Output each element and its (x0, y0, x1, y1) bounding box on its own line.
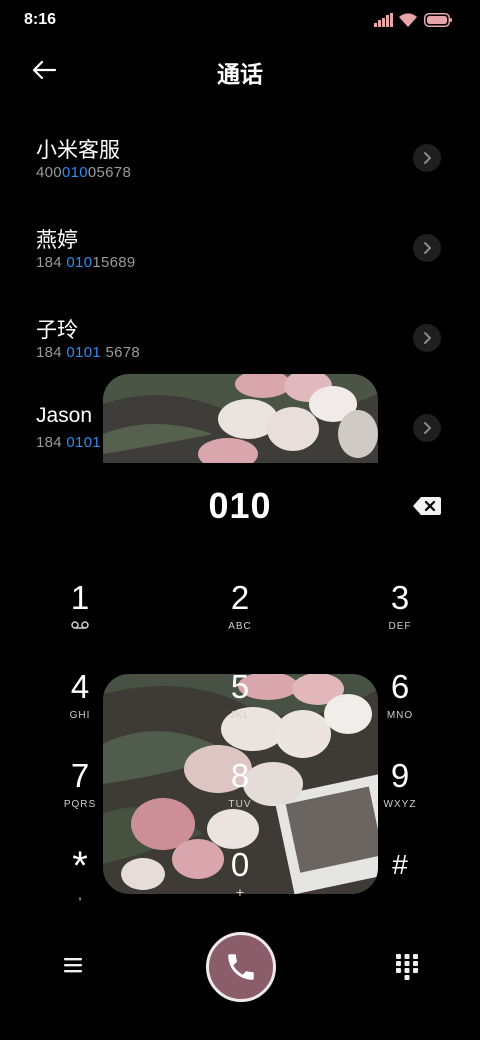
contact-detail-button[interactable] (413, 324, 441, 352)
number-prefix: 184 (36, 434, 67, 451)
signal-icon (374, 13, 393, 27)
key-letters: ABC (228, 621, 252, 632)
key-digit: 1 (70, 579, 90, 616)
key-digit: 6 (390, 668, 410, 705)
key-digit: * (72, 844, 88, 888)
contact-name: Jason (36, 404, 93, 427)
contact-number: 184 0101 5678 (36, 344, 140, 361)
contact-detail-button[interactable] (413, 144, 441, 172)
key-digit: 4 (70, 668, 90, 705)
key-digit: 9 (390, 757, 410, 794)
key-digit: # (392, 849, 408, 880)
key-digit: 7 (70, 757, 90, 794)
chevron-right-icon (424, 242, 431, 254)
key-letters: + (235, 884, 245, 900)
chevron-right-icon (424, 332, 431, 344)
contact-row[interactable]: 燕婷 184 01015689 (0, 210, 480, 300)
key-0[interactable]: 0 + (180, 845, 300, 925)
key-hash[interactable]: # (340, 845, 460, 925)
contact-name: 燕婷 (36, 229, 78, 252)
number-suffix: 5678 (100, 344, 141, 361)
phone-icon (228, 954, 254, 980)
key-letters: DEF (388, 621, 412, 632)
contact-detail-button[interactable] (413, 414, 441, 442)
dialpad-icon[interactable] (395, 953, 419, 981)
call-button[interactable] (206, 932, 276, 1002)
contact-row[interactable]: 小米客服 40001005678 (0, 120, 480, 210)
number-prefix: 400 (36, 164, 62, 181)
number-prefix: 184 (36, 344, 67, 361)
key-letters: PQRS (63, 799, 97, 810)
key-9[interactable]: 9 WXYZ (340, 756, 460, 836)
page-title: 通话 (217, 61, 263, 87)
key-letters: MNO (386, 710, 414, 721)
contact-name: 子玲 (36, 319, 78, 342)
battery-icon (424, 13, 452, 27)
wifi-icon (399, 13, 417, 27)
key-letters: GHI (69, 710, 91, 721)
backspace-icon[interactable] (412, 495, 442, 517)
menu-icon[interactable] (62, 955, 84, 975)
number-match: 010 (66, 254, 93, 271)
status-bar: 8:16 (0, 0, 480, 40)
key-digit: 8 (230, 757, 250, 794)
contact-detail-button[interactable] (413, 234, 441, 262)
key-digit: 2 (230, 579, 250, 616)
key-5[interactable]: 5 JKL (180, 667, 300, 747)
contact-number: 184 01015689 (36, 254, 136, 271)
voicemail-icon (71, 621, 89, 629)
contact-name: 小米客服 (36, 139, 120, 162)
key-letters: , (78, 886, 82, 902)
key-3[interactable]: 3 DEF (340, 578, 460, 658)
dialer-screen: 8:16 通话 小米客服 40001005678 燕婷 184 01015689… (0, 0, 480, 1040)
key-7[interactable]: 7 PQRS (20, 756, 140, 836)
key-1[interactable]: 1 (20, 578, 140, 658)
key-4[interactable]: 4 GHI (20, 667, 140, 747)
key-6[interactable]: 6 MNO (340, 667, 460, 747)
number-suffix: 05678 (87, 164, 132, 181)
status-time: 8:16 (24, 11, 57, 28)
key-star[interactable]: * , (20, 845, 140, 925)
chevron-right-icon (424, 422, 431, 434)
chevron-right-icon (424, 152, 431, 164)
key-digit: 5 (230, 668, 250, 705)
key-digit: 0 (230, 846, 250, 883)
number-match: 010 (61, 164, 88, 181)
key-letters: TUV (228, 799, 252, 810)
key-letters: WXYZ (383, 799, 417, 810)
number-suffix: 15689 (92, 254, 136, 271)
tulip-photo-overlay (103, 374, 378, 463)
contact-number: 40001005678 (36, 164, 131, 181)
key-digit: 3 (390, 579, 410, 616)
keypad: 1 2 ABC 3 DEF 4 GHI 5 JKL 6 MNO 7 PQRS 8… (0, 570, 480, 910)
key-2[interactable]: 2 ABC (180, 578, 300, 658)
key-8[interactable]: 8 TUV (180, 756, 300, 836)
number-prefix: 184 (36, 254, 67, 271)
dialed-number: 010 (208, 485, 272, 526)
number-match: 0101 (66, 434, 101, 451)
key-letters: JKL (229, 710, 251, 721)
number-match: 0101 (66, 344, 101, 361)
